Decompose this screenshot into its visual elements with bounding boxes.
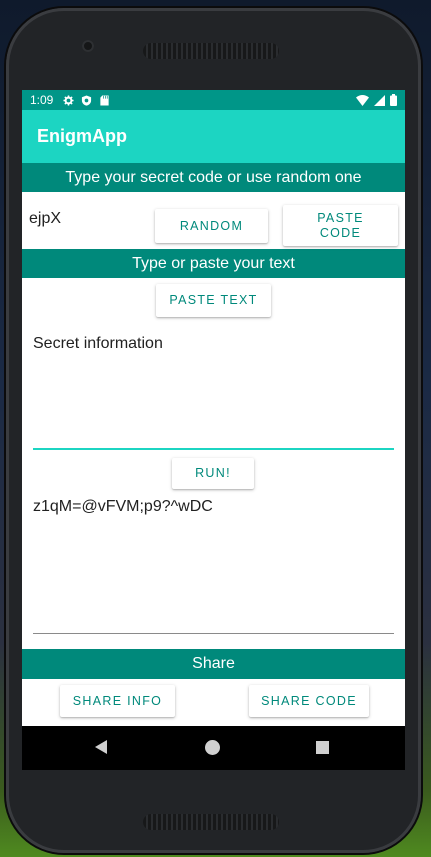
- random-button[interactable]: RANDOM: [155, 209, 268, 243]
- text-section-header: Type or paste your text: [22, 249, 405, 278]
- paste-text-button[interactable]: PASTE TEXT: [156, 284, 271, 317]
- status-time: 1:09: [30, 93, 54, 107]
- status-right-icons: [356, 94, 397, 106]
- home-icon[interactable]: [205, 740, 220, 755]
- front-camera: [82, 40, 94, 52]
- secret-code-input[interactable]: ejpX: [29, 210, 61, 228]
- recents-icon[interactable]: [316, 741, 329, 754]
- share-info-button[interactable]: SHARE INFO: [60, 685, 175, 717]
- sd-card-icon: [100, 94, 109, 106]
- output-underline: [33, 633, 394, 634]
- run-button[interactable]: RUN!: [172, 458, 254, 489]
- app-bar: EnigmApp: [22, 110, 405, 163]
- wifi-icon: [356, 94, 369, 106]
- navigation-bar: [22, 726, 405, 770]
- battery-icon: [390, 94, 397, 106]
- code-row: ejpX RANDOM PASTE CODE: [22, 192, 405, 249]
- share-section-header: Share: [22, 649, 405, 679]
- device-screen: 1:09 EnigmApp Type your secret code or u…: [22, 90, 405, 770]
- back-icon[interactable]: [95, 740, 107, 754]
- status-bar: 1:09: [22, 90, 405, 110]
- signal-icon: [374, 94, 385, 106]
- top-speaker: [143, 43, 279, 59]
- output-text-field[interactable]: z1qM=@vFVM;p9?^wDC: [33, 498, 213, 516]
- share-row: SHARE INFO SHARE CODE: [22, 679, 405, 721]
- gear-icon: [63, 94, 74, 106]
- plain-text-input[interactable]: Secret information: [33, 335, 163, 353]
- paste-code-label: PASTE CODE: [317, 210, 364, 240]
- text-input-underline: [33, 448, 394, 450]
- bottom-speaker: [143, 814, 279, 830]
- paste-code-button[interactable]: PASTE CODE: [283, 205, 398, 246]
- code-section-header: Type your secret code or use random one: [22, 163, 405, 192]
- text-area-section: PASTE TEXT Secret information RUN! z1qM=…: [22, 278, 405, 649]
- shield-icon: [82, 94, 92, 106]
- share-code-button[interactable]: SHARE CODE: [249, 685, 369, 717]
- app-title: EnigmApp: [37, 126, 127, 146]
